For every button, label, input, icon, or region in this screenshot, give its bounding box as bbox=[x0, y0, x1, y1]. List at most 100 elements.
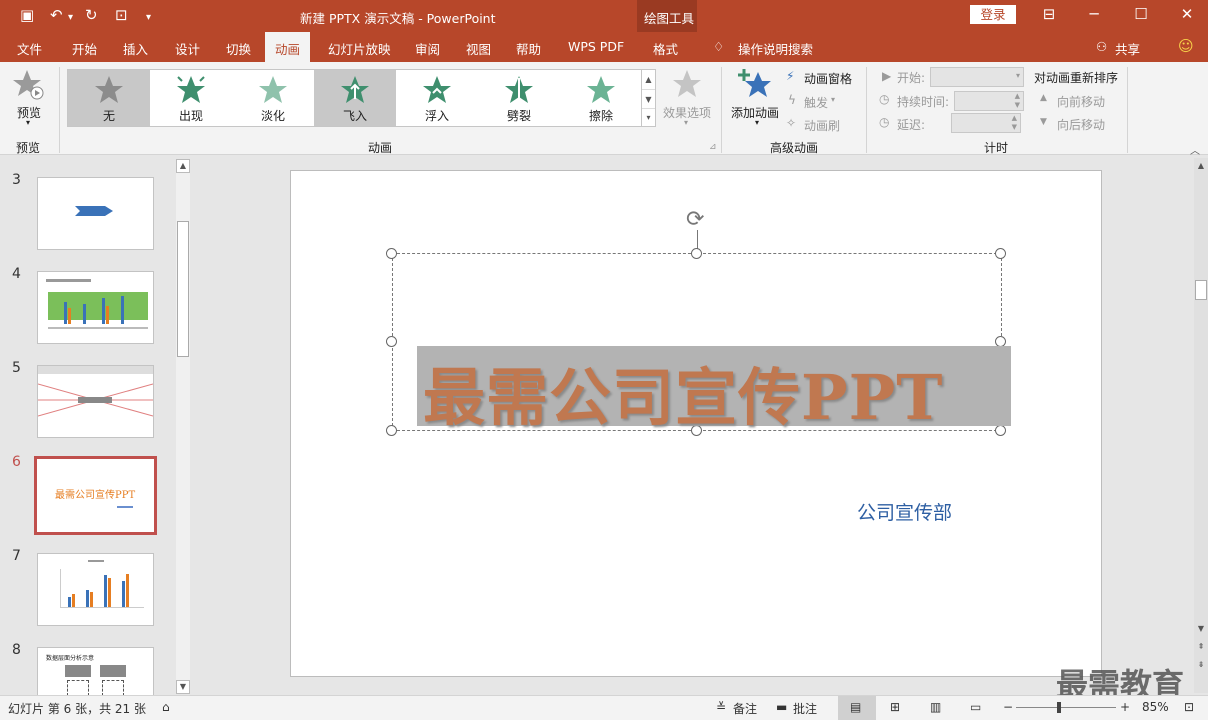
user-icon[interactable]: ⚇ bbox=[1096, 39, 1107, 54]
slide-scrollbar[interactable]: ▲ ▼ ⇞ ⇟ bbox=[1194, 158, 1208, 693]
resize-handle[interactable] bbox=[386, 425, 397, 436]
previous-slide-icon[interactable]: ⇞ bbox=[1194, 640, 1208, 654]
slide-thumbnail-4[interactable] bbox=[37, 271, 154, 344]
animation-dialog-launcher-icon[interactable]: ⊿ bbox=[709, 142, 717, 152]
ribbon-display-options-icon[interactable]: ⊟ bbox=[1034, 5, 1064, 23]
trigger-button[interactable]: 触发 bbox=[804, 94, 828, 111]
undo-dropdown-icon[interactable]: ▾ bbox=[68, 9, 73, 27]
undo-icon[interactable]: ↶ bbox=[50, 6, 63, 24]
gallery-item-split[interactable]: 劈裂 bbox=[478, 70, 560, 126]
resize-handle[interactable] bbox=[386, 248, 397, 259]
redo-icon[interactable]: ↻ bbox=[85, 6, 98, 24]
gallery-more-icon[interactable]: ▾ bbox=[642, 108, 655, 126]
slide-canvas[interactable]: ⟳ 最需公司宣传PPT 公司宣传部 bbox=[290, 170, 1102, 677]
add-animation-button[interactable] bbox=[738, 68, 774, 105]
tab-transitions[interactable]: 切换 bbox=[226, 39, 251, 58]
gallery-item-none[interactable]: 无 bbox=[68, 70, 150, 126]
preview-button[interactable] bbox=[12, 68, 46, 105]
scroll-thumb[interactable] bbox=[1195, 280, 1207, 300]
next-slide-icon[interactable]: ⇟ bbox=[1194, 658, 1208, 672]
slide-thumbnail-5[interactable] bbox=[37, 365, 154, 438]
rotate-handle-icon[interactable]: ⟳ bbox=[686, 207, 704, 232]
preview-star-icon bbox=[13, 70, 44, 100]
tab-slideshow[interactable]: 幻灯片放映 bbox=[328, 39, 391, 58]
resize-handle[interactable] bbox=[995, 248, 1006, 259]
zoom-slider[interactable] bbox=[1016, 707, 1116, 708]
login-button[interactable]: 登录 bbox=[970, 5, 1016, 24]
tab-home[interactable]: 开始 bbox=[72, 39, 97, 58]
slide-sorter-icon[interactable]: ⊞ bbox=[890, 700, 900, 714]
animation-pane-button[interactable]: 动画窗格 bbox=[804, 70, 852, 87]
slide-count-status: 幻灯片 第 6 张，共 21 张 bbox=[8, 702, 146, 716]
scroll-thumb[interactable] bbox=[177, 221, 189, 357]
move-earlier-button[interactable]: 向前移动 bbox=[1057, 93, 1105, 110]
save-icon[interactable]: ▣ bbox=[20, 6, 34, 24]
gallery-item-float-in[interactable]: 浮入 bbox=[396, 70, 478, 126]
close-icon[interactable]: ✕ bbox=[1172, 5, 1202, 23]
tab-design[interactable]: 设计 bbox=[175, 39, 200, 58]
gallery-scroll[interactable]: ▲ ▼ ▾ bbox=[642, 69, 656, 127]
zoom-out-icon[interactable]: − bbox=[1003, 700, 1013, 714]
fit-to-window-icon[interactable]: ⊡ bbox=[1184, 700, 1194, 714]
gallery-item-fly-in[interactable]: 飞入 bbox=[314, 70, 396, 126]
share-button[interactable]: 共享 bbox=[1115, 39, 1140, 58]
slideshow-view-icon[interactable]: ▭ bbox=[970, 700, 981, 714]
slide-thumbnail-8[interactable]: 数据层面分析示意 bbox=[37, 647, 154, 697]
resize-handle[interactable] bbox=[691, 248, 702, 259]
customize-qat-icon[interactable]: ▾ bbox=[146, 9, 151, 27]
slide-title[interactable]: 最需公司宣传PPT bbox=[423, 347, 943, 437]
gallery-item-fade[interactable]: 淡化 bbox=[232, 70, 314, 126]
start-select[interactable]: ▾ bbox=[930, 67, 1024, 87]
tab-file[interactable]: 文件 bbox=[17, 39, 42, 58]
smiley-feedback-icon[interactable]: ☺ bbox=[1178, 37, 1194, 55]
slide-thumbnail-3[interactable] bbox=[37, 177, 154, 250]
add-animation-dropdown-icon[interactable]: ▾ bbox=[755, 118, 759, 127]
collapse-ribbon-icon[interactable]: ︿ bbox=[1190, 142, 1200, 157]
slide-subtitle[interactable]: 公司宣传部 bbox=[857, 498, 952, 525]
resize-handle[interactable] bbox=[995, 425, 1006, 436]
trigger-icon: ϟ bbox=[788, 93, 796, 107]
zoom-slider-thumb[interactable] bbox=[1057, 702, 1061, 713]
gallery-down-icon[interactable]: ▼ bbox=[642, 89, 655, 108]
gallery-up-icon[interactable]: ▲ bbox=[642, 70, 655, 89]
delay-spinner[interactable]: ▲ ▼ bbox=[951, 113, 1021, 133]
scroll-up-icon[interactable]: ▲ bbox=[1194, 158, 1208, 174]
gallery-item-label: 淡化 bbox=[260, 109, 285, 123]
resize-handle[interactable] bbox=[386, 336, 397, 347]
duration-spinner[interactable]: ▲ ▼ bbox=[954, 91, 1024, 111]
move-later-button[interactable]: 向后移动 bbox=[1057, 116, 1105, 133]
minimize-icon[interactable]: ─ bbox=[1079, 5, 1109, 23]
notes-button[interactable]: 备注 bbox=[733, 700, 757, 717]
normal-view-icon[interactable]: ▤ bbox=[850, 700, 861, 714]
accessibility-icon[interactable]: ⌂ bbox=[162, 700, 170, 714]
scroll-down-icon[interactable]: ▼ bbox=[1194, 622, 1208, 636]
scroll-down-icon[interactable]: ▼ bbox=[176, 680, 190, 694]
gallery-item-wipe[interactable]: 擦除 bbox=[560, 70, 642, 126]
preview-dropdown-icon[interactable]: ▾ bbox=[26, 118, 30, 127]
tab-help[interactable]: 帮助 bbox=[516, 39, 541, 58]
tab-animations[interactable]: 动画 bbox=[265, 32, 311, 62]
comments-button[interactable]: 批注 bbox=[793, 700, 817, 717]
animation-painter-button[interactable]: 动画刷 bbox=[804, 117, 840, 134]
start-slideshow-icon[interactable]: ⊡ bbox=[115, 6, 128, 24]
thumbnails-scrollbar[interactable]: ▲ ▼ bbox=[176, 159, 190, 694]
gallery-item-label: 无 bbox=[102, 109, 115, 123]
tab-review[interactable]: 审阅 bbox=[415, 39, 440, 58]
effect-options-button[interactable] bbox=[672, 69, 702, 102]
star-wipe-icon bbox=[587, 76, 615, 103]
duration-icon: ◷ bbox=[879, 92, 890, 106]
slide-thumbnail-6[interactable]: 最需公司宣传PPT bbox=[34, 456, 157, 535]
tab-wps-pdf[interactable]: WPS PDF bbox=[568, 39, 624, 54]
zoom-level[interactable]: 85% bbox=[1142, 700, 1169, 714]
tab-format[interactable]: 格式 bbox=[653, 39, 678, 58]
zoom-in-icon[interactable]: + bbox=[1120, 700, 1130, 714]
reading-view-icon[interactable]: ▥ bbox=[930, 700, 941, 714]
maximize-icon[interactable]: ☐ bbox=[1126, 5, 1156, 23]
slide-thumbnail-7[interactable] bbox=[37, 553, 154, 626]
tab-insert[interactable]: 插入 bbox=[123, 39, 148, 58]
tell-me-search[interactable]: 操作说明搜索 bbox=[738, 39, 813, 58]
scroll-up-icon[interactable]: ▲ bbox=[176, 159, 190, 173]
tab-view[interactable]: 视图 bbox=[466, 39, 491, 58]
lightbulb-icon[interactable]: ♢ bbox=[713, 39, 724, 54]
gallery-item-appear[interactable]: 出现 bbox=[150, 70, 232, 126]
